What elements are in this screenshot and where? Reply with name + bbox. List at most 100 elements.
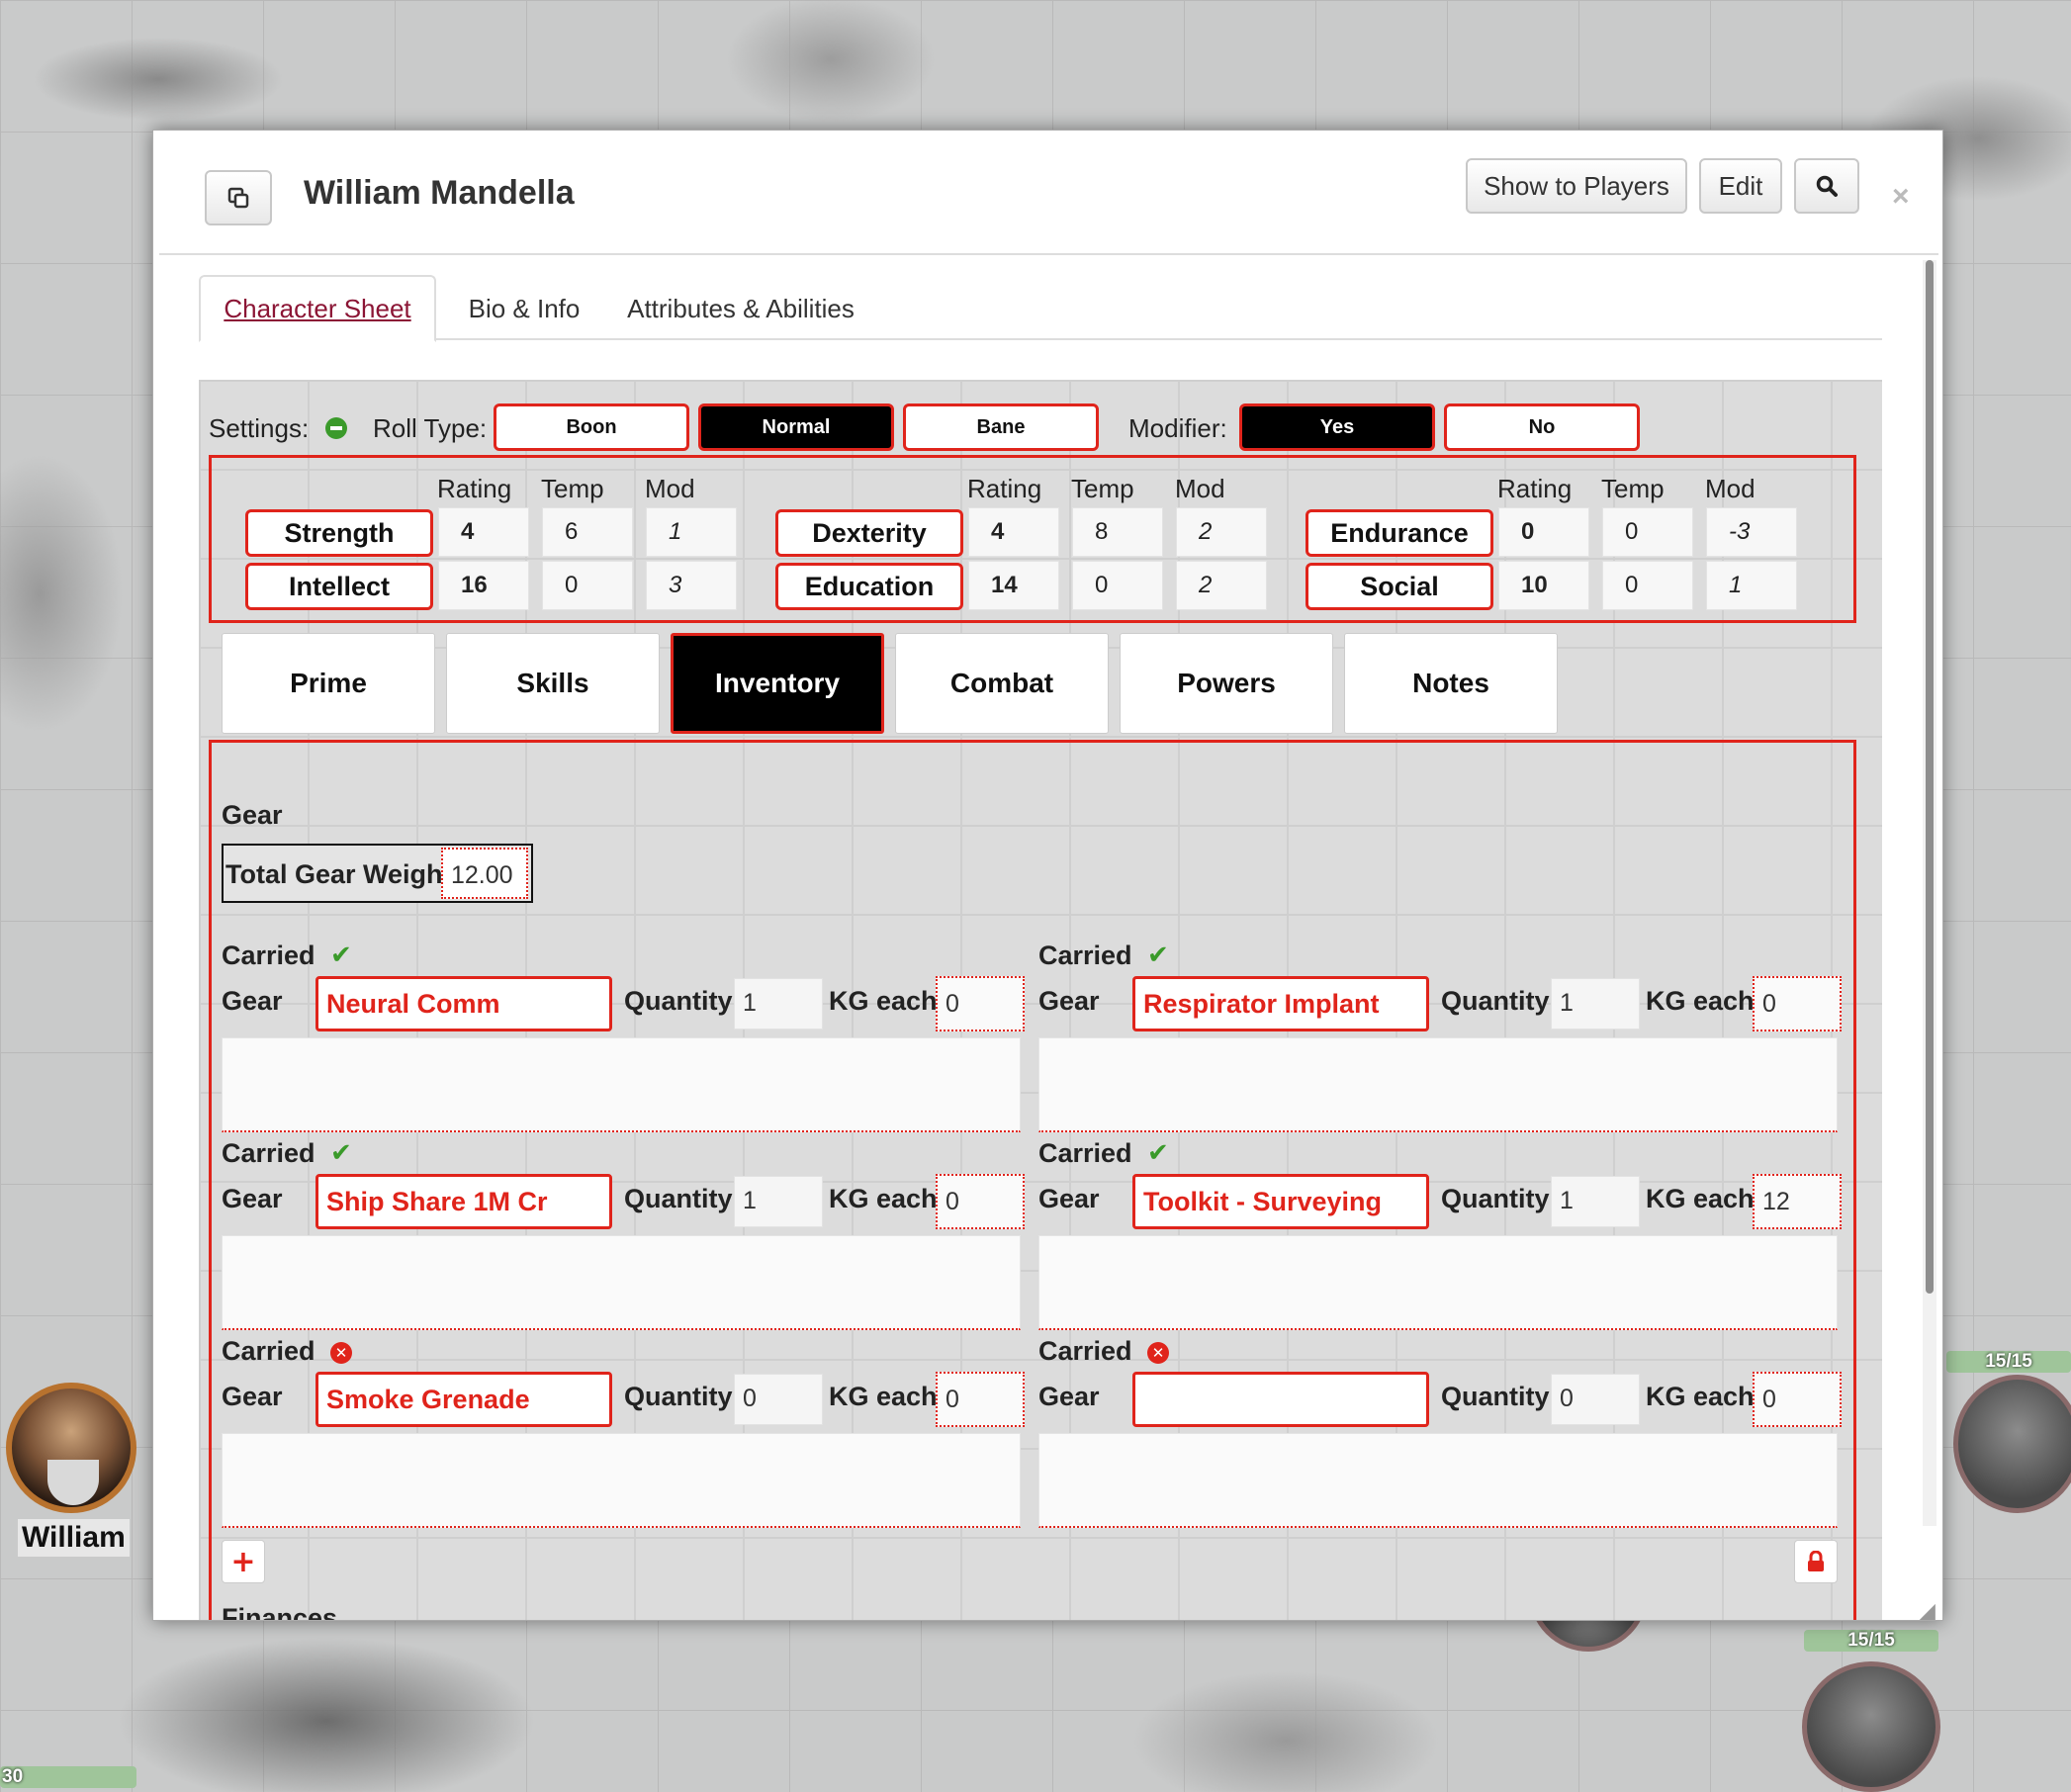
carried-check-icon[interactable]: ✔ [330, 941, 352, 970]
subtab-powers[interactable]: Powers [1120, 633, 1333, 734]
quantity-field[interactable]: 1 [1551, 1176, 1640, 1227]
show-to-players-button[interactable]: Show to Players [1466, 158, 1687, 214]
quantity-label: Quantity [1441, 986, 1550, 1016]
gear-name-field[interactable]: Ship Share 1M Cr [315, 1174, 612, 1229]
col-header-temp: Temp [1601, 474, 1665, 503]
strength-temp[interactable]: 6 [542, 507, 633, 557]
endurance-roll-button[interactable]: Endurance [1306, 509, 1493, 557]
gear-notes-textarea[interactable] [222, 1433, 1021, 1528]
social-roll-button[interactable]: Social [1306, 563, 1493, 610]
map-token[interactable] [1802, 1661, 1940, 1792]
carried-label: Carried [1038, 1336, 1132, 1366]
quantity-field[interactable]: 1 [1551, 978, 1640, 1030]
intellect-temp[interactable]: 0 [542, 561, 633, 610]
kg-each-field[interactable]: 0 [936, 976, 1025, 1031]
roll-boon-button[interactable]: Boon [494, 403, 689, 451]
dexterity-temp[interactable]: 8 [1072, 507, 1163, 557]
intellect-rating[interactable]: 16 [438, 561, 529, 610]
subtab-inventory[interactable]: Inventory [671, 633, 884, 734]
gear-notes-textarea[interactable] [222, 1037, 1021, 1132]
gear-label: Gear [222, 1184, 283, 1213]
quantity-field[interactable]: 0 [1551, 1374, 1640, 1425]
carried-check-icon[interactable]: ✔ [1147, 941, 1169, 970]
carried-check-icon[interactable]: ✔ [330, 1138, 352, 1168]
dialog-scrollbar[interactable] [1923, 260, 1936, 1526]
carried-check-icon[interactable]: ✔ [1147, 1138, 1169, 1168]
kg-each-label: KG each [829, 1382, 938, 1411]
token-name-label: William [18, 1519, 130, 1557]
william-token-avatar[interactable] [6, 1383, 136, 1513]
subtab-skills[interactable]: Skills [446, 633, 660, 734]
dexterity-rating[interactable]: 4 [968, 507, 1059, 557]
strength-rating[interactable]: 4 [438, 507, 529, 557]
carried-label: Carried [222, 1336, 315, 1366]
dexterity-roll-button[interactable]: Dexterity [775, 509, 963, 557]
kg-each-field[interactable]: 12 [1753, 1174, 1842, 1229]
col-header-mod: Mod [1175, 474, 1225, 503]
modifier-yes-button[interactable]: Yes [1239, 403, 1435, 451]
kg-each-field[interactable]: 0 [1753, 976, 1842, 1031]
character-sheet-dialog: William Mandella Show to Players Edit × … [152, 130, 1943, 1621]
kg-each-field[interactable]: 0 [936, 1372, 1025, 1427]
settings-toggle-icon[interactable] [325, 417, 347, 439]
dialog-content: Character Sheet Bio & Info Attributes & … [159, 257, 1921, 1621]
edit-button[interactable]: Edit [1699, 158, 1782, 214]
subtab-combat[interactable]: Combat [895, 633, 1109, 734]
education-rating[interactable]: 14 [968, 561, 1059, 610]
social-mod: 1 [1706, 561, 1797, 610]
dialog-titlebar[interactable]: William Mandella Show to Players Edit × [159, 131, 1938, 255]
endurance-rating[interactable]: 0 [1498, 507, 1589, 557]
col-header-rating: Rating [967, 474, 1042, 503]
endurance-temp[interactable]: 0 [1602, 507, 1693, 557]
kg-each-field[interactable]: 0 [936, 1174, 1025, 1229]
modifier-no-button[interactable]: No [1444, 403, 1640, 451]
quantity-field[interactable]: 1 [734, 978, 823, 1030]
tab-bio-info[interactable]: Bio & Info [440, 275, 608, 342]
carried-label: Carried [222, 941, 315, 970]
gear-name-field[interactable]: Smoke Grenade [315, 1372, 612, 1427]
gear-notes-textarea[interactable] [1038, 1235, 1838, 1330]
close-icon[interactable]: × [1892, 180, 1910, 214]
education-roll-button[interactable]: Education [775, 563, 963, 610]
gear-notes-textarea[interactable] [1038, 1037, 1838, 1132]
search-button[interactable] [1794, 158, 1859, 214]
hp-bar: 30 [0, 1766, 136, 1788]
col-header-temp: Temp [1071, 474, 1134, 503]
not-carried-x-icon[interactable]: ✕ [1147, 1342, 1169, 1364]
tab-character-sheet[interactable]: Character Sheet [199, 275, 436, 342]
gear-name-field[interactable]: Toolkit - Surveying [1132, 1174, 1429, 1229]
subtab-prime[interactable]: Prime [222, 633, 435, 734]
gear-notes-textarea[interactable] [222, 1235, 1021, 1330]
strength-roll-button[interactable]: Strength [245, 509, 433, 557]
character-sheet: Settings: Roll Type: Boon Normal Bane Mo… [199, 380, 1882, 1621]
gear-name-field[interactable]: Respirator Implant [1132, 976, 1429, 1031]
lock-button[interactable] [1794, 1540, 1838, 1583]
gear-notes-textarea[interactable] [1038, 1433, 1838, 1528]
map-token[interactable] [1953, 1375, 2071, 1513]
gear-heading: Gear [222, 800, 283, 830]
roll-bane-button[interactable]: Bane [903, 403, 1099, 451]
carried-label: Carried [1038, 1138, 1132, 1168]
quantity-field[interactable]: 1 [734, 1176, 823, 1227]
roll-normal-button[interactable]: Normal [698, 403, 894, 451]
finances-heading: Finances [222, 1603, 338, 1621]
search-icon [1816, 175, 1838, 197]
education-temp[interactable]: 0 [1072, 561, 1163, 610]
education-mod: 2 [1176, 561, 1267, 610]
resize-handle-icon[interactable]: ◢ [1919, 1599, 1936, 1620]
not-carried-x-icon[interactable]: ✕ [330, 1342, 352, 1364]
tab-attributes-abilities[interactable]: Attributes & Abilities [612, 275, 869, 342]
quantity-field[interactable]: 0 [734, 1374, 823, 1425]
gear-name-field[interactable]: Neural Comm [315, 976, 612, 1031]
gear-name-field[interactable] [1132, 1372, 1429, 1427]
scrollbar-thumb[interactable] [1926, 260, 1934, 1294]
subtab-notes[interactable]: Notes [1344, 633, 1558, 734]
add-gear-button[interactable]: + [222, 1540, 265, 1583]
social-rating[interactable]: 10 [1498, 561, 1589, 610]
strength-mod: 1 [646, 507, 737, 557]
intellect-roll-button[interactable]: Intellect [245, 563, 433, 610]
social-temp[interactable]: 0 [1602, 561, 1693, 610]
kg-each-field[interactable]: 0 [1753, 1372, 1842, 1427]
popout-button[interactable] [205, 170, 272, 225]
gear-label: Gear [222, 1382, 283, 1411]
